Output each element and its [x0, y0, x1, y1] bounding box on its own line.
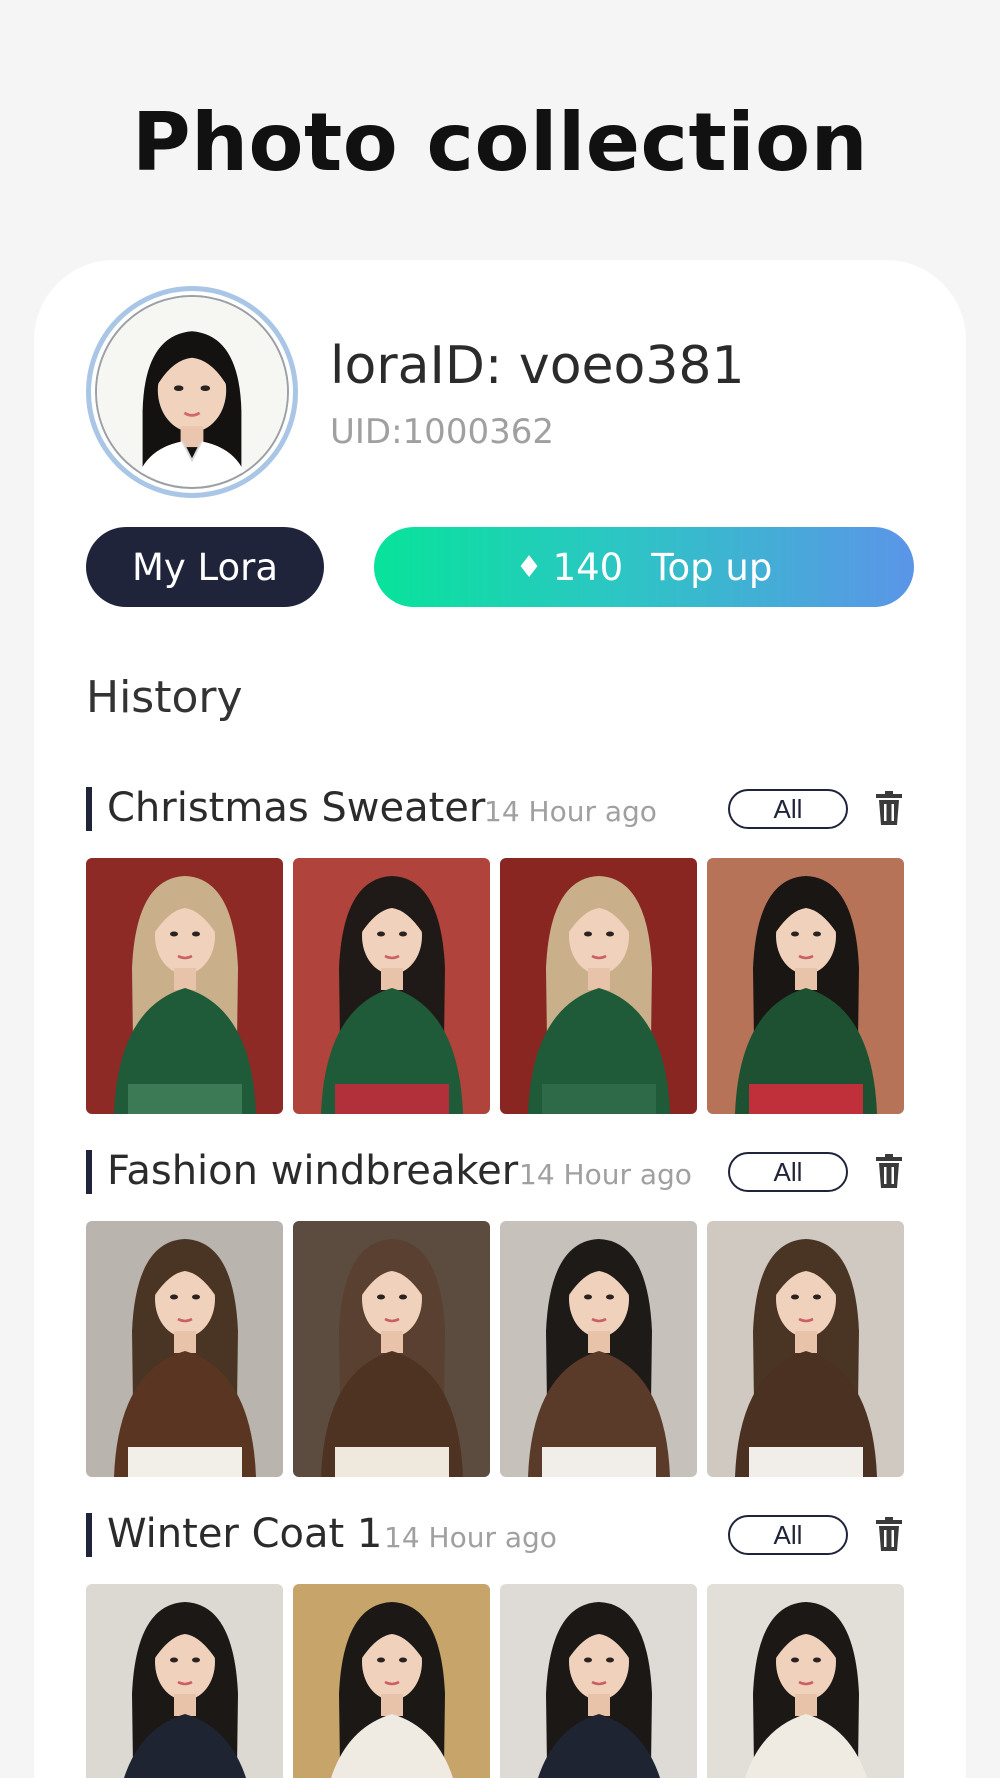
photo-image [86, 858, 283, 1114]
photo-thumbnail[interactable] [86, 1584, 283, 1778]
photo-thumbnail[interactable] [707, 1584, 904, 1778]
section-title: Christmas Sweater [107, 785, 486, 831]
avatar-portrait-image [97, 297, 287, 487]
photo-image [86, 1221, 283, 1477]
view-all-button[interactable]: All [728, 1152, 848, 1192]
photo-image [293, 858, 490, 1114]
trash-icon[interactable] [876, 1154, 902, 1188]
photo-collection-screen: Photo collection loraID: voeo381 UID:100… [0, 0, 1000, 1778]
trash-icon[interactable] [876, 1517, 902, 1551]
photo-image [500, 858, 697, 1114]
view-all-button[interactable]: All [728, 1515, 848, 1555]
avatar[interactable] [86, 286, 298, 498]
photo-thumbnail[interactable] [707, 858, 904, 1114]
page-title: Photo collection [131, 96, 869, 189]
diamond-icon: ♦ [515, 549, 543, 585]
photo-image [500, 1584, 697, 1778]
history-heading: History [86, 672, 243, 723]
photo-image [707, 1584, 904, 1778]
photo-thumbnail[interactable] [293, 858, 490, 1114]
photo-thumbnail[interactable] [293, 1221, 490, 1477]
section-accent-bar [86, 1150, 92, 1194]
photo-image [293, 1584, 490, 1778]
section-timestamp: 14 Hour ago [484, 795, 657, 828]
history-section-fashion-windbreaker: Fashion windbreaker 14 Hour ago All [86, 1148, 916, 1477]
photo-image [707, 858, 904, 1114]
photo-thumbnail[interactable] [500, 1584, 697, 1778]
section-accent-bar [86, 1513, 92, 1557]
photo-thumbnail[interactable] [86, 858, 283, 1114]
history-section-winter-coat-1: Winter Coat 1 14 Hour ago All [86, 1511, 916, 1778]
section-title: Winter Coat 1 [107, 1511, 383, 1557]
section-timestamp: 14 Hour ago [384, 1521, 557, 1554]
history-section-christmas-sweater: Christmas Sweater 14 Hour ago All [86, 785, 916, 1114]
photo-thumbnail[interactable] [86, 1221, 283, 1477]
balance-value: 140 [552, 545, 624, 589]
trash-icon[interactable] [876, 791, 902, 825]
top-up-button[interactable]: ♦ 140 Top up [374, 527, 914, 607]
photo-image [707, 1221, 904, 1477]
uid-label: UID:1000362 [330, 412, 554, 452]
section-accent-bar [86, 787, 92, 831]
view-all-button[interactable]: All [728, 789, 848, 829]
photo-thumbnail[interactable] [500, 1221, 697, 1477]
photo-image [293, 1221, 490, 1477]
my-lora-button[interactable]: My Lora [86, 527, 324, 607]
photo-thumbnail[interactable] [293, 1584, 490, 1778]
photo-image [86, 1584, 283, 1778]
section-timestamp: 14 Hour ago [519, 1158, 692, 1191]
top-up-label: Top up [651, 545, 773, 589]
lora-id-label: loraID: voeo381 [330, 336, 745, 396]
photo-thumbnail[interactable] [707, 1221, 904, 1477]
photo-thumbnail[interactable] [500, 858, 697, 1114]
section-title: Fashion windbreaker [107, 1148, 519, 1194]
photo-image [500, 1221, 697, 1477]
